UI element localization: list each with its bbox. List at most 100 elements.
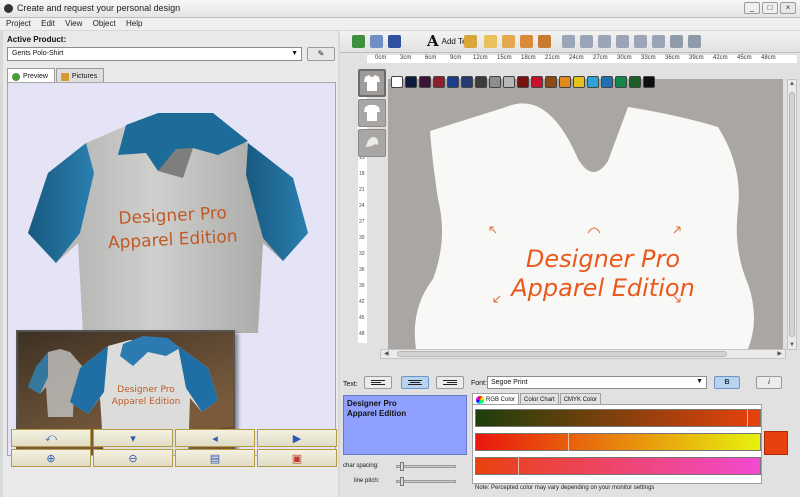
swatch-brown[interactable]	[545, 76, 557, 88]
add-image-icon[interactable]	[352, 35, 365, 48]
export-pdf-button[interactable]: ▣	[257, 449, 337, 467]
view-sleeve-thumbnail[interactable]	[358, 129, 386, 157]
design-canvas[interactable]: Designer Pro Apparel Edition	[388, 79, 783, 349]
swatch-blue[interactable]	[461, 76, 473, 88]
swatch-green[interactable]	[615, 76, 627, 88]
rgb-color-panel	[472, 404, 762, 484]
align-center-icon[interactable]	[580, 35, 593, 48]
align-left-icon[interactable]	[562, 35, 575, 48]
zoom-in-canvas-icon[interactable]	[484, 35, 497, 48]
swatch-sky[interactable]	[587, 76, 599, 88]
menu-view[interactable]: View	[59, 18, 84, 28]
canvas-text-line-1[interactable]: Designer Pro	[526, 245, 680, 273]
swatch-light-grey[interactable]	[503, 76, 515, 88]
align-middle-icon[interactable]	[634, 35, 647, 48]
edit-product-button[interactable]: ✎	[307, 47, 335, 61]
align-top-icon[interactable]	[616, 35, 629, 48]
color-note: Note: Percepted color may vary depending…	[475, 485, 655, 491]
scroll-up-icon[interactable]: ▲	[789, 81, 795, 87]
rotate-down-button[interactable]: ▾	[93, 429, 173, 447]
bold-button[interactable]: B	[714, 376, 740, 389]
horizontal-ruler: 0cm 3cm 6cm 9cm 12cm 15cm 18cm 21cm 24cm…	[367, 55, 797, 63]
save-image-button[interactable]: ▤	[175, 449, 255, 467]
rotate-right-button[interactable]: ▶	[257, 429, 337, 447]
swatch-royal[interactable]	[447, 76, 459, 88]
distribute-horizontal-icon[interactable]	[670, 35, 683, 48]
text-align-left-button[interactable]	[364, 376, 392, 389]
swatch-plum[interactable]	[419, 76, 431, 88]
swatch-black[interactable]	[643, 76, 655, 88]
swatch-red[interactable]	[531, 76, 543, 88]
swatch-yellow[interactable]	[573, 76, 585, 88]
active-product-label: Active Product:	[7, 35, 67, 44]
menu-project[interactable]: Project	[0, 18, 33, 28]
scroll-thumb[interactable]	[789, 92, 795, 337]
ruler-h-label: 27cm	[593, 55, 608, 61]
shirt-3d-preview[interactable]: Designer Pro Apparel Edition Designer Pr…	[7, 82, 336, 456]
rotate-left-button[interactable]: ⤺	[11, 429, 91, 447]
font-select[interactable]: Segoe Print ▼	[487, 376, 707, 389]
line-pitch-knob[interactable]	[400, 477, 404, 486]
clipart-icon[interactable]	[388, 35, 401, 48]
swatch-azure[interactable]	[601, 76, 613, 88]
char-spacing-slider[interactable]	[396, 465, 456, 468]
rotate-up-button[interactable]: ◂	[175, 429, 255, 447]
swatch-grey[interactable]	[489, 76, 501, 88]
scroll-thumb[interactable]	[397, 351, 727, 357]
swatch-burgundy[interactable]	[433, 76, 445, 88]
product-select[interactable]: Gents Polo-Shirt ▼	[7, 47, 302, 61]
canvas-text-line-2[interactable]: Apparel Edition	[509, 274, 695, 302]
tab-preview[interactable]: Preview	[7, 68, 55, 82]
align-right-icon[interactable]	[598, 35, 611, 48]
swatch-navy[interactable]	[405, 76, 417, 88]
canvas-horizontal-scrollbar[interactable]: ◀ ▶	[380, 349, 786, 359]
shirt-sleeve-icon	[366, 137, 379, 147]
maximize-button[interactable]: □	[762, 2, 778, 14]
char-spacing-knob[interactable]	[400, 462, 404, 471]
menu-edit[interactable]: Edit	[35, 18, 57, 28]
minimize-button[interactable]: _	[744, 2, 760, 14]
swatch-orange[interactable]	[559, 76, 571, 88]
view-front-thumbnail[interactable]	[358, 69, 386, 97]
close-button[interactable]: ×	[780, 2, 796, 14]
swatch-maroon[interactable]	[517, 76, 529, 88]
import-icon[interactable]	[370, 35, 383, 48]
swatch-charcoal[interactable]	[475, 76, 487, 88]
tab-color-chart[interactable]: Color Chart	[520, 393, 559, 404]
pencil-icon: ✎	[317, 49, 325, 58]
zoom-reset-icon[interactable]	[538, 35, 551, 48]
zoom-out-canvas-icon[interactable]	[502, 35, 515, 48]
red-channel-marker[interactable]	[747, 409, 748, 427]
green-channel-slider[interactable]	[475, 433, 761, 451]
green-channel-marker[interactable]	[568, 433, 569, 451]
menu-help[interactable]: Help	[120, 18, 144, 28]
blue-channel-slider[interactable]	[475, 457, 761, 475]
edit-text-icon[interactable]	[464, 35, 477, 48]
swatch-white[interactable]	[391, 76, 403, 88]
menu-object[interactable]: Object	[87, 18, 118, 28]
italic-button[interactable]: i	[756, 376, 782, 389]
distribute-vertical-icon[interactable]	[688, 35, 701, 48]
line-pitch-slider[interactable]	[396, 480, 456, 483]
zoom-fit-icon[interactable]	[520, 35, 533, 48]
view-back-thumbnail[interactable]	[358, 99, 386, 127]
blue-channel-marker[interactable]	[518, 457, 519, 475]
tab-pictures[interactable]: Pictures	[55, 68, 105, 82]
scroll-down-icon[interactable]: ▼	[789, 342, 795, 348]
zoom-in-button[interactable]: ⊕	[11, 449, 91, 467]
text-align-right-button[interactable]	[436, 376, 464, 389]
design-text-input[interactable]: Designer Pro Apparel Edition	[343, 395, 467, 455]
scroll-right-icon[interactable]: ▶	[777, 350, 782, 357]
font-label: Font:	[471, 380, 487, 387]
zoom-out-button[interactable]: ⊖	[93, 449, 173, 467]
ruler-h-label: 21cm	[545, 55, 560, 61]
tab-cmyk-color[interactable]: CMYK Color	[559, 393, 602, 404]
text-align-center-button[interactable]	[401, 376, 429, 389]
scroll-left-icon[interactable]: ◀	[384, 350, 389, 357]
tab-rgb-color[interactable]: RGB Color	[472, 393, 520, 404]
swatch-dark-green[interactable]	[629, 76, 641, 88]
align-bottom-icon[interactable]	[652, 35, 665, 48]
red-channel-slider[interactable]	[475, 409, 761, 427]
canvas-vertical-scrollbar[interactable]: ▲ ▼	[787, 79, 797, 350]
font-value: Segoe Print	[491, 379, 528, 386]
